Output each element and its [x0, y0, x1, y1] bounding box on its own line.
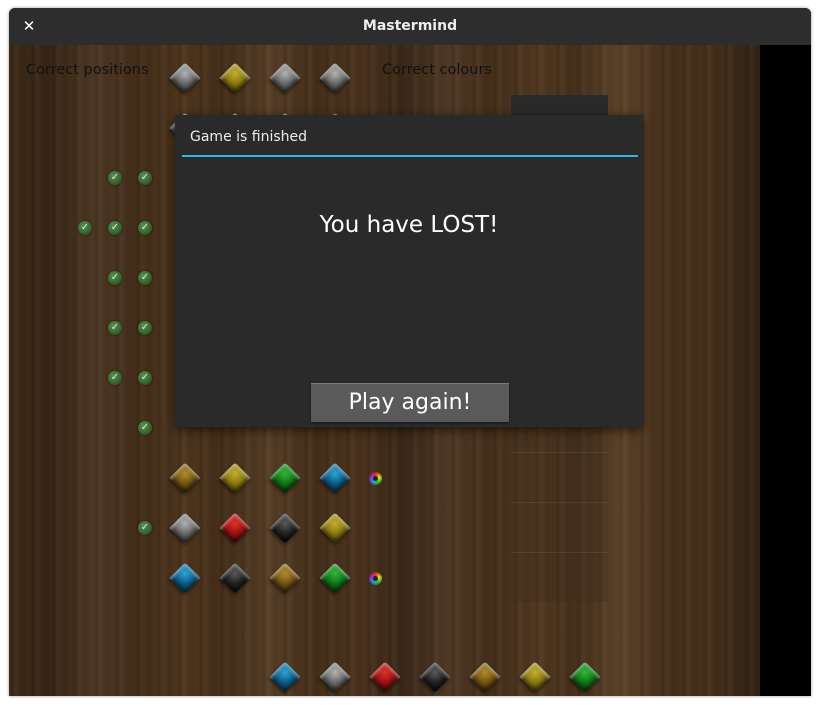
game-over-dialog: Game is finished You have LOST! Play aga… [175, 115, 643, 427]
correct-position-check-icon: ✓ [138, 171, 152, 185]
window-title: Mastermind [362, 18, 458, 34]
palette-peg-red[interactable] [369, 661, 401, 693]
secret-peg-grey [169, 62, 201, 94]
correct-position-check-icon: ✓ [138, 421, 152, 435]
correct-position-check-icon: ✓ [138, 271, 152, 285]
correct-position-check-icon: ✓ [108, 321, 122, 335]
palette-peg-grey[interactable] [319, 661, 351, 693]
guess-peg-black [219, 562, 251, 594]
guess-peg-bronze [269, 562, 301, 594]
palette-peg-black[interactable] [419, 661, 451, 693]
correct-position-check-icon: ✓ [108, 371, 122, 385]
correct-position-check-icon: ✓ [108, 271, 122, 285]
guess-peg-blue [169, 562, 201, 594]
correct-position-check-icon: ✓ [108, 221, 122, 235]
secret-peg-yellow [219, 62, 251, 94]
correct-colour-marker-icon [369, 572, 382, 585]
result-message: You have LOST! [319, 212, 499, 238]
app-window: ✕ Mastermind Correct positions Correct c… [9, 8, 811, 696]
guess-peg-bronze [169, 462, 201, 494]
guess-peg-green [269, 462, 301, 494]
palette-peg-blue[interactable] [269, 661, 301, 693]
correct-positions-header: Correct positions [26, 62, 149, 78]
correct-position-check-icon: ✓ [138, 221, 152, 235]
guess-peg-yellow [319, 512, 351, 544]
dialog-divider [182, 155, 638, 157]
guess-peg-green [319, 562, 351, 594]
guess-peg-grey [169, 512, 201, 544]
title-bar: ✕ Mastermind [9, 8, 811, 46]
guess-peg-yellow [219, 462, 251, 494]
guess-peg-red [219, 512, 251, 544]
secret-peg-grey [319, 62, 351, 94]
slot-divider [511, 552, 608, 553]
palette-peg-yellow[interactable] [519, 661, 551, 693]
palette-peg-green[interactable] [569, 661, 601, 693]
dialog-title: Game is finished [190, 129, 308, 145]
correct-position-check-icon: ✓ [138, 371, 152, 385]
slot-divider [511, 502, 608, 503]
correct-position-check-icon: ✓ [78, 221, 92, 235]
slot-divider [511, 452, 608, 453]
play-again-button[interactable]: Play again! [311, 383, 509, 422]
secret-peg-grey [269, 62, 301, 94]
correct-position-check-icon: ✓ [138, 321, 152, 335]
correct-position-check-icon: ✓ [108, 171, 122, 185]
guess-peg-black [269, 512, 301, 544]
correct-colour-marker-icon [369, 472, 382, 485]
correct-position-check-icon: ✓ [138, 521, 152, 535]
correct-colours-header: Correct colours [382, 62, 492, 78]
right-margin [760, 45, 811, 696]
palette-peg-bronze[interactable] [469, 661, 501, 693]
guess-peg-blue [319, 462, 351, 494]
